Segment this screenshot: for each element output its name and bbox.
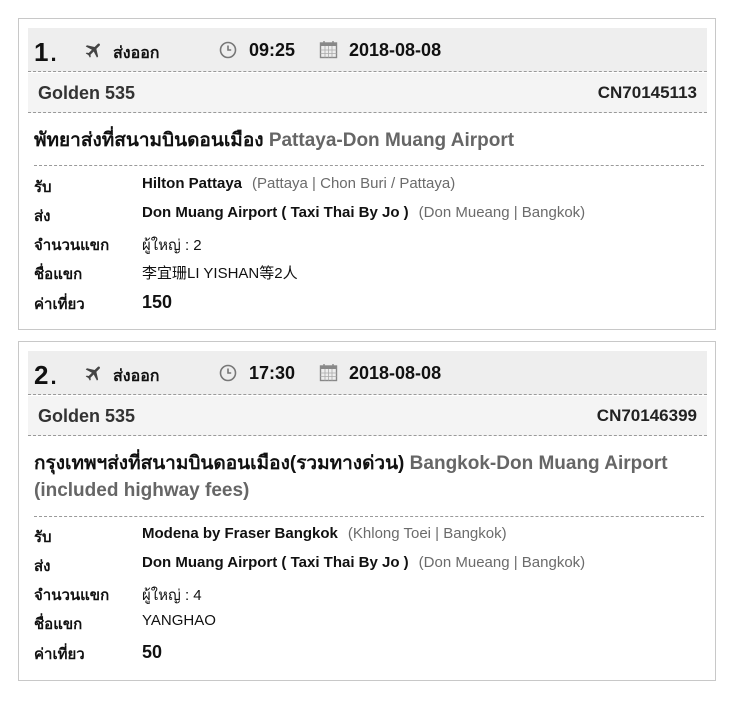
divider: [34, 516, 704, 517]
fare-value: 50: [142, 642, 163, 662]
booking-code: CN70146399: [596, 406, 697, 425]
pickup-value: Modena by Fraser Bangkok (Khlong Toei | B…: [142, 525, 507, 542]
booking-header: 1. ส่งออก 09:25 2018-08-08: [28, 28, 707, 72]
booking-number: 2.: [34, 360, 57, 390]
booking-number: 1.: [34, 37, 57, 67]
guest-label: ชื่อแขก: [34, 266, 83, 283]
route-title: กรุงเทพฯส่งที่สนามบินดอนเมือง(รวมทางด่วน…: [34, 450, 704, 504]
pickup-time: 09:25: [249, 40, 296, 60]
calendar-icon: [319, 40, 338, 59]
dropoff-label: ส่ง: [34, 208, 51, 225]
dropoff-area: (Don Mueang | Bangkok): [418, 204, 586, 221]
pax-label: จำนวนแขก: [34, 587, 110, 604]
pickup-label: รับ: [34, 179, 52, 196]
clock-icon: [219, 364, 237, 382]
booking-code: CN70145113: [597, 83, 697, 102]
dropoff-area: (Don Mueang | Bangkok): [418, 554, 586, 571]
booking-subheader: Golden 535 CN70145113: [28, 73, 707, 113]
pickup-time: 17:30: [249, 363, 296, 383]
fare-label: ค่าเที่ยว: [34, 646, 85, 663]
guest-row: ชื่อแขก 李宜珊LI YISHAN等2人: [34, 262, 704, 286]
fare-value: 150: [142, 292, 173, 312]
company-name: Golden 535: [38, 406, 136, 426]
pickup-area: (Khlong Toei | Bangkok): [347, 525, 507, 542]
booking-card: 2. ส่งออก 17:30 2018-08-08 Golden 535 CN…: [18, 341, 716, 681]
dropoff-row: ส่ง Don Muang Airport ( Taxi Thai By Jo …: [34, 554, 704, 578]
pickup-date: 2018-08-08: [349, 40, 442, 60]
dropoff-row: ส่ง Don Muang Airport ( Taxi Thai By Jo …: [34, 204, 704, 228]
pickup-date: 2018-08-08: [349, 363, 442, 383]
pax-value: ผู้ใหญ่ : 2: [142, 237, 202, 254]
fare-row: ค่าเที่ยว 150: [34, 292, 704, 316]
pickup-value: Hilton Pattaya (Pattaya | Chon Buri / Pat…: [142, 175, 455, 192]
guest-value: 李宜珊LI YISHAN等2人: [142, 265, 298, 282]
dropoff-label: ส่ง: [34, 558, 51, 575]
dropoff-value: Don Muang Airport ( Taxi Thai By Jo ) (Do…: [142, 204, 585, 221]
pickup-row: รับ Hilton Pattaya (Pattaya | Chon Buri /…: [34, 175, 704, 199]
booking-card: 1. ส่งออก 09:25 2018-08-08 Golden 535 CN…: [18, 18, 716, 330]
pax-label: จำนวนแขก: [34, 237, 110, 254]
guest-value: YANGHAO: [142, 612, 216, 629]
pickup-row: รับ Modena by Fraser Bangkok (Khlong Toei…: [34, 525, 704, 549]
guest-row: ชื่อแขก YANGHAO: [34, 612, 704, 636]
route-title-en: Pattaya-Don Muang Airport: [268, 130, 515, 151]
dropoff-name: Don Muang Airport ( Taxi Thai By Jo ): [142, 204, 409, 221]
guest-label: ชื่อแขก: [34, 616, 83, 633]
pickup-name: Hilton Pattaya: [142, 175, 243, 192]
plane-icon: [84, 40, 104, 60]
fare-row: ค่าเที่ยว 50: [34, 642, 704, 666]
direction-label: ส่งออก: [113, 45, 160, 62]
pickup-name: Modena by Fraser Bangkok: [142, 525, 338, 542]
clock-icon: [219, 41, 237, 59]
pickup-label: รับ: [34, 529, 52, 546]
pax-value: ผู้ใหญ่ : 4: [142, 587, 202, 604]
pickup-area: (Pattaya | Chon Buri / Pattaya): [252, 175, 456, 192]
route-title: พัทยาส่งที่สนามบินดอนเมือง Pattaya-Don M…: [34, 127, 704, 154]
route-title-th: กรุงเทพฯส่งที่สนามบินดอนเมือง(รวมทางด่วน…: [34, 453, 405, 474]
direction-label: ส่งออก: [113, 368, 160, 385]
company-name: Golden 535: [38, 83, 136, 103]
booking-header: 2. ส่งออก 17:30 2018-08-08: [28, 351, 707, 395]
dropoff-name: Don Muang Airport ( Taxi Thai By Jo ): [142, 554, 409, 571]
route-title-th: พัทยาส่งที่สนามบินดอนเมือง: [34, 130, 264, 151]
plane-icon: [84, 363, 104, 383]
calendar-icon: [319, 363, 338, 382]
fare-label: ค่าเที่ยว: [34, 296, 85, 313]
booking-subheader: Golden 535 CN70146399: [28, 396, 707, 436]
divider: [34, 165, 704, 166]
pax-row: จำนวนแขก ผู้ใหญ่ : 2: [34, 233, 704, 257]
dropoff-value: Don Muang Airport ( Taxi Thai By Jo ) (Do…: [142, 554, 585, 571]
pax-row: จำนวนแขก ผู้ใหญ่ : 4: [34, 583, 704, 607]
